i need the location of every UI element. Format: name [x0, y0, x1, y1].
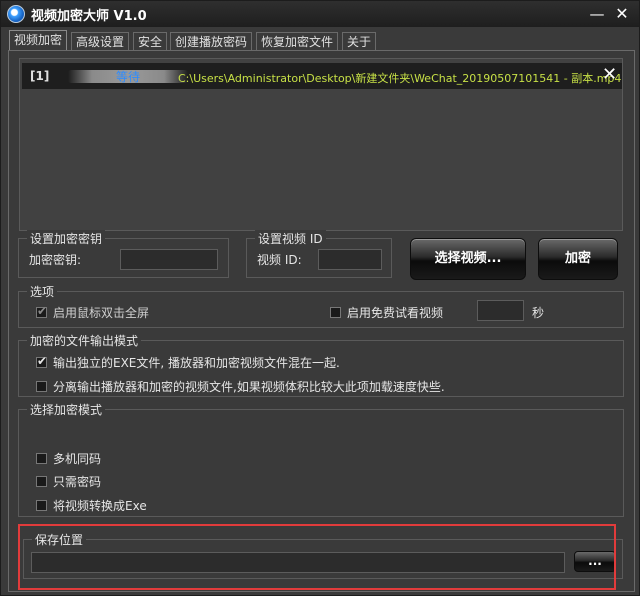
fullscreen-checkbox[interactable]: 启用鼠标双击全屏 [36, 304, 149, 321]
tab-security[interactable]: 安全 [133, 32, 168, 51]
trial-seconds-input[interactable] [477, 300, 524, 321]
encrypt-mode-group-title: 选择加密模式 [27, 401, 106, 418]
encrypt-key-group: 设置加密密钥 加密密钥: [18, 230, 229, 278]
options-group-title: 选项 [27, 283, 58, 300]
encrypt-mode-group: 选择加密模式 多机同码 只需密码 将视频转换成Exe [18, 401, 624, 517]
file-status: 等待 [115, 70, 140, 84]
multi-machine-same-code-checkbox[interactable]: 多机同码 [36, 450, 101, 467]
multi-machine-same-code-label: 多机同码 [53, 452, 102, 466]
convert-to-exe-checkbox[interactable]: 将视频转换成Exe [36, 497, 147, 514]
encrypt-key-group-title: 设置加密密钥 [27, 230, 106, 247]
checkbox-icon [36, 500, 47, 511]
free-trial-checkbox[interactable]: 启用免费试看视频 [330, 304, 443, 321]
select-video-button[interactable]: 选择视频... [410, 238, 526, 280]
output-separate-checkbox[interactable]: 分离输出播放器和加密的视频文件,如果视频体积比较大此项加载速度快些. [36, 378, 445, 395]
video-id-group-title: 设置视频 ID [255, 230, 326, 247]
highlight-frame [18, 524, 616, 590]
output-mode-group: 加密的文件输出模式 输出独立的EXE文件, 播放器和加密视频文件混在一起. 分离… [18, 332, 624, 397]
file-list-item[interactable]: [1] 等待 C:\Users\Administrator\Desktop\新建… [22, 63, 622, 89]
tab-video-encrypt[interactable]: 视频加密 [9, 30, 68, 52]
output-separate-checkbox-label: 分离输出播放器和加密的视频文件,如果视频体积比较大此项加载速度快些. [53, 380, 445, 394]
checkbox-icon [330, 307, 341, 318]
encrypt-button[interactable]: 加密 [538, 238, 618, 280]
output-exe-checkbox-label: 输出独立的EXE文件, 播放器和加密视频文件混在一起. [53, 356, 340, 370]
tab-restore-encrypted-file[interactable]: 恢复加密文件 [256, 32, 339, 51]
file-list[interactable]: [1] 等待 C:\Users\Administrator\Desktop\新建… [19, 58, 623, 231]
minimize-button[interactable]: — [587, 4, 607, 24]
fullscreen-checkbox-label: 启用鼠标双击全屏 [53, 306, 150, 320]
app-logo-icon [7, 5, 25, 23]
encrypt-key-input[interactable] [120, 249, 218, 270]
app-window: 视频加密大师 V1.0 — ✕ 视频加密 高级设置 安全 创建播放密码 恢复加密… [0, 0, 640, 596]
file-index: [1] [30, 69, 50, 83]
password-only-label: 只需密码 [53, 475, 102, 489]
video-id-label: 视频 ID: [257, 253, 302, 267]
encrypt-key-label: 加密密钥: [29, 253, 82, 267]
checkbox-check-icon [36, 354, 47, 368]
convert-to-exe-label: 将视频转换成Exe [53, 499, 147, 513]
options-group: 选项 启用鼠标双击全屏 启用免费试看视频 秒 [18, 283, 624, 328]
output-mode-group-title: 加密的文件输出模式 [27, 332, 142, 349]
remove-file-icon[interactable]: ✕ [602, 65, 617, 85]
checkbox-icon [36, 381, 47, 392]
tab-about[interactable]: 关于 [342, 32, 377, 51]
video-id-group: 设置视频 ID 视频 ID: [246, 230, 392, 278]
title-bar: 视频加密大师 V1.0 — ✕ [1, 1, 639, 27]
tab-create-play-password[interactable]: 创建播放密码 [170, 32, 253, 51]
window-title: 视频加密大师 V1.0 [31, 9, 147, 24]
close-window-button[interactable]: ✕ [612, 4, 632, 24]
checkbox-icon [36, 453, 47, 464]
checkbox-check-icon [36, 304, 47, 318]
tab-advanced-settings[interactable]: 高级设置 [71, 32, 130, 51]
tab-strip: 视频加密 高级设置 安全 创建播放密码 恢复加密文件 关于 [1, 27, 639, 52]
checkbox-icon [36, 476, 47, 487]
file-path: C:\Users\Administrator\Desktop\新建文件夹\WeC… [178, 72, 622, 85]
seconds-unit-label: 秒 [532, 306, 545, 320]
video-id-input[interactable] [318, 249, 382, 270]
free-trial-checkbox-label: 启用免费试看视频 [347, 306, 444, 320]
password-only-checkbox[interactable]: 只需密码 [36, 473, 101, 490]
output-exe-checkbox[interactable]: 输出独立的EXE文件, 播放器和加密视频文件混在一起. [36, 354, 340, 371]
